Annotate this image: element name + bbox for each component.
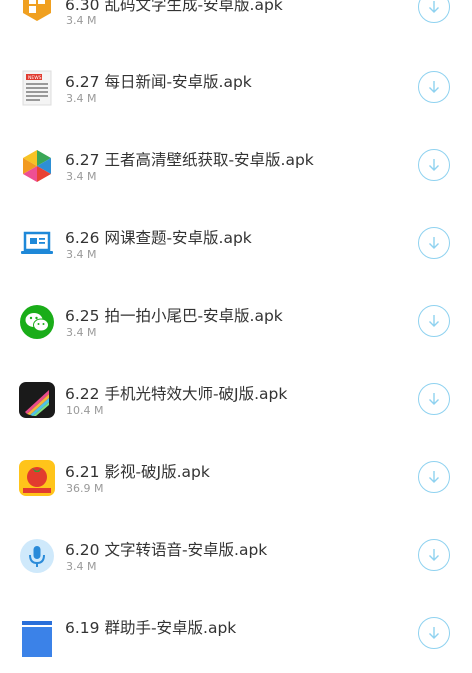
list-item[interactable]: NEWS 6.27 每日新闻-安卓版.apk 3.4 M <box>0 49 472 127</box>
download-button[interactable] <box>418 539 450 571</box>
laptop-icon <box>19 226 55 262</box>
download-icon <box>429 159 439 171</box>
download-icon <box>429 81 439 93</box>
file-size: 3.4 M <box>66 560 97 573</box>
file-name: 6.27 王者高清壁纸获取-安卓版.apk <box>65 151 314 169</box>
file-name: 6.22 手机光特效大师-破J版.apk <box>65 385 288 403</box>
download-button[interactable] <box>418 305 450 337</box>
list-item[interactable]: 6.21 影视-破J版.apk 36.9 M <box>0 439 472 517</box>
download-button[interactable] <box>418 461 450 493</box>
download-button[interactable] <box>418 71 450 103</box>
file-name: 6.20 文字转语音-安卓版.apk <box>65 541 268 559</box>
file-name: 6.19 群助手-安卓版.apk <box>65 619 237 637</box>
blue-box-icon <box>19 621 55 657</box>
microphone-icon <box>19 538 55 574</box>
list-item[interactable]: 6.20 文字转语音-安卓版.apk 3.4 M <box>0 517 472 595</box>
download-icon <box>429 549 439 561</box>
svg-text:NEWS: NEWS <box>28 75 42 81</box>
file-size: 3.4 M <box>66 170 97 183</box>
file-size: 3.4 M <box>66 92 97 105</box>
file-size: 10.4 M <box>66 404 104 417</box>
list-item[interactable]: 6.30 乱码文字生成-安卓版.apk 3.4 M <box>0 0 472 44</box>
download-icon <box>429 237 439 249</box>
download-button[interactable] <box>418 227 450 259</box>
colorful-pinwheel-icon <box>19 148 55 184</box>
download-button[interactable] <box>418 0 450 23</box>
file-name: 6.25 拍一拍小尾巴-安卓版.apk <box>65 307 283 325</box>
list-item[interactable]: 6.19 群助手-安卓版.apk <box>0 595 472 673</box>
news-icon: NEWS <box>19 70 55 106</box>
file-size: 3.4 M <box>66 326 97 339</box>
orange-blocks-icon <box>19 0 55 23</box>
download-button[interactable] <box>418 617 450 649</box>
download-icon <box>429 315 439 327</box>
download-icon <box>429 393 439 405</box>
download-icon <box>429 471 439 483</box>
download-icon <box>429 1 439 13</box>
list-item[interactable]: 6.25 拍一拍小尾巴-安卓版.apk 3.4 M <box>0 283 472 361</box>
list-item[interactable]: 6.22 手机光特效大师-破J版.apk 10.4 M <box>0 361 472 439</box>
file-name: 6.30 乱码文字生成-安卓版.apk <box>65 0 283 14</box>
file-size: 3.4 M <box>66 14 97 27</box>
light-effect-icon <box>19 382 55 418</box>
file-name: 6.21 影视-破J版.apk <box>65 463 210 481</box>
list-item[interactable]: 6.27 王者高清壁纸获取-安卓版.apk 3.4 M <box>0 127 472 205</box>
download-icon <box>429 627 439 639</box>
download-button[interactable] <box>418 149 450 181</box>
tomato-icon <box>19 460 55 496</box>
wechat-icon <box>19 304 55 340</box>
list-item[interactable]: 6.26 网课查题-安卓版.apk 3.4 M <box>0 205 472 283</box>
file-name: 6.27 每日新闻-安卓版.apk <box>65 73 252 91</box>
download-button[interactable] <box>418 383 450 415</box>
file-size: 36.9 M <box>66 482 104 495</box>
file-size: 3.4 M <box>66 248 97 261</box>
file-name: 6.26 网课查题-安卓版.apk <box>65 229 252 247</box>
